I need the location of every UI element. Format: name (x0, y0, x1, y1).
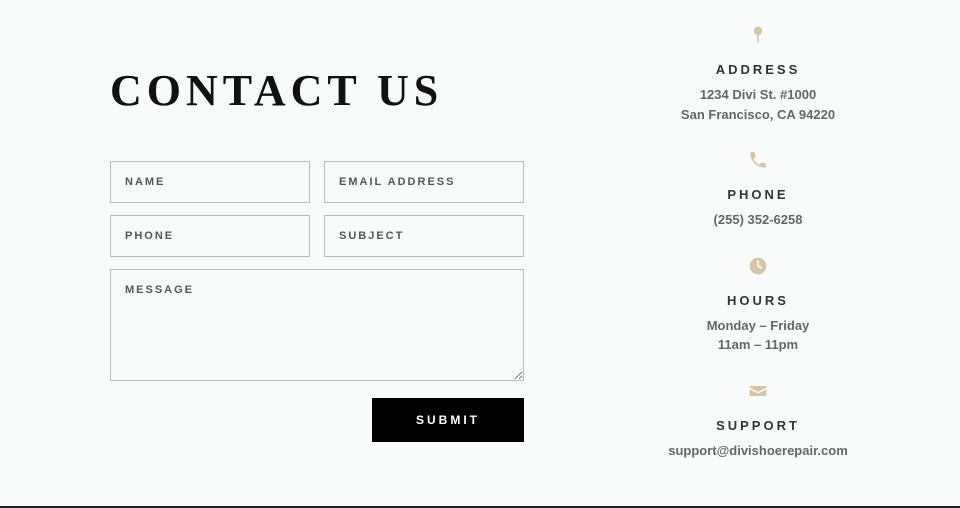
subject-input[interactable] (324, 215, 524, 257)
hours-title: HOURS (616, 293, 900, 308)
email-input[interactable] (324, 161, 524, 203)
pin-icon (748, 25, 768, 45)
hours-line1: Monday – Friday (616, 316, 900, 336)
address-block: ADDRESS 1234 Divi St. #1000 San Francisc… (616, 25, 900, 124)
phone-block: PHONE (255) 352-6258 (616, 150, 900, 230)
page-title: CONTACT US (110, 65, 576, 116)
message-input[interactable] (110, 269, 524, 381)
hours-block: HOURS Monday – Friday 11am – 11pm (616, 256, 900, 355)
address-line1: 1234 Divi St. #1000 (616, 85, 900, 105)
support-title: SUPPORT (616, 418, 900, 433)
submit-button[interactable]: SUBMIT (372, 398, 524, 442)
mail-icon (748, 381, 768, 401)
name-input[interactable] (110, 161, 310, 203)
phone-icon (748, 150, 768, 170)
address-title: ADDRESS (616, 62, 900, 77)
phone-input[interactable] (110, 215, 310, 257)
phone-title: PHONE (616, 187, 900, 202)
hours-line2: 11am – 11pm (616, 335, 900, 355)
support-block: SUPPORT support@divishoerepair.com (616, 381, 900, 461)
clock-icon (748, 256, 768, 276)
contact-form: SUBMIT (110, 161, 524, 442)
phone-value: (255) 352-6258 (616, 210, 900, 230)
support-email: support@divishoerepair.com (616, 441, 900, 461)
address-line2: San Francisco, CA 94220 (616, 105, 900, 125)
